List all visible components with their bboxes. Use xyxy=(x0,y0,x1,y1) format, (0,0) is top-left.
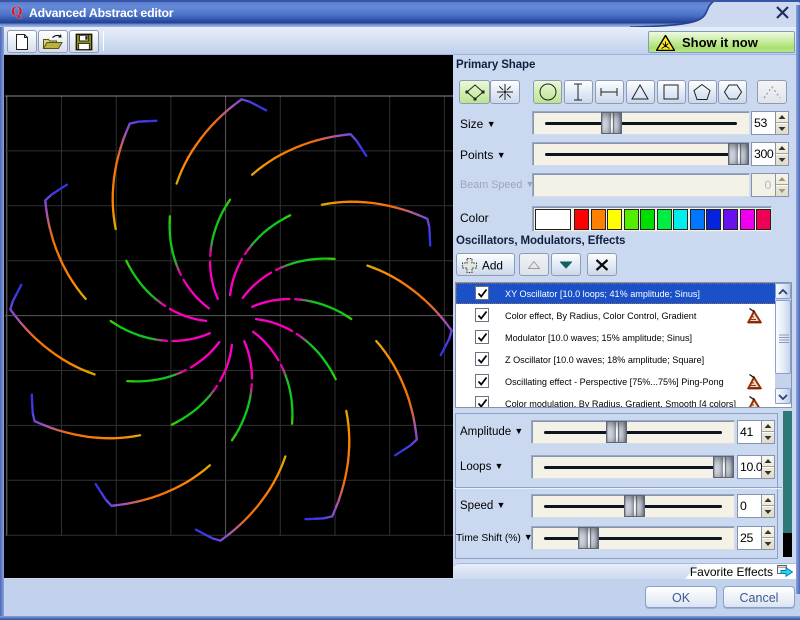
svg-text:Add: Add xyxy=(482,258,503,272)
